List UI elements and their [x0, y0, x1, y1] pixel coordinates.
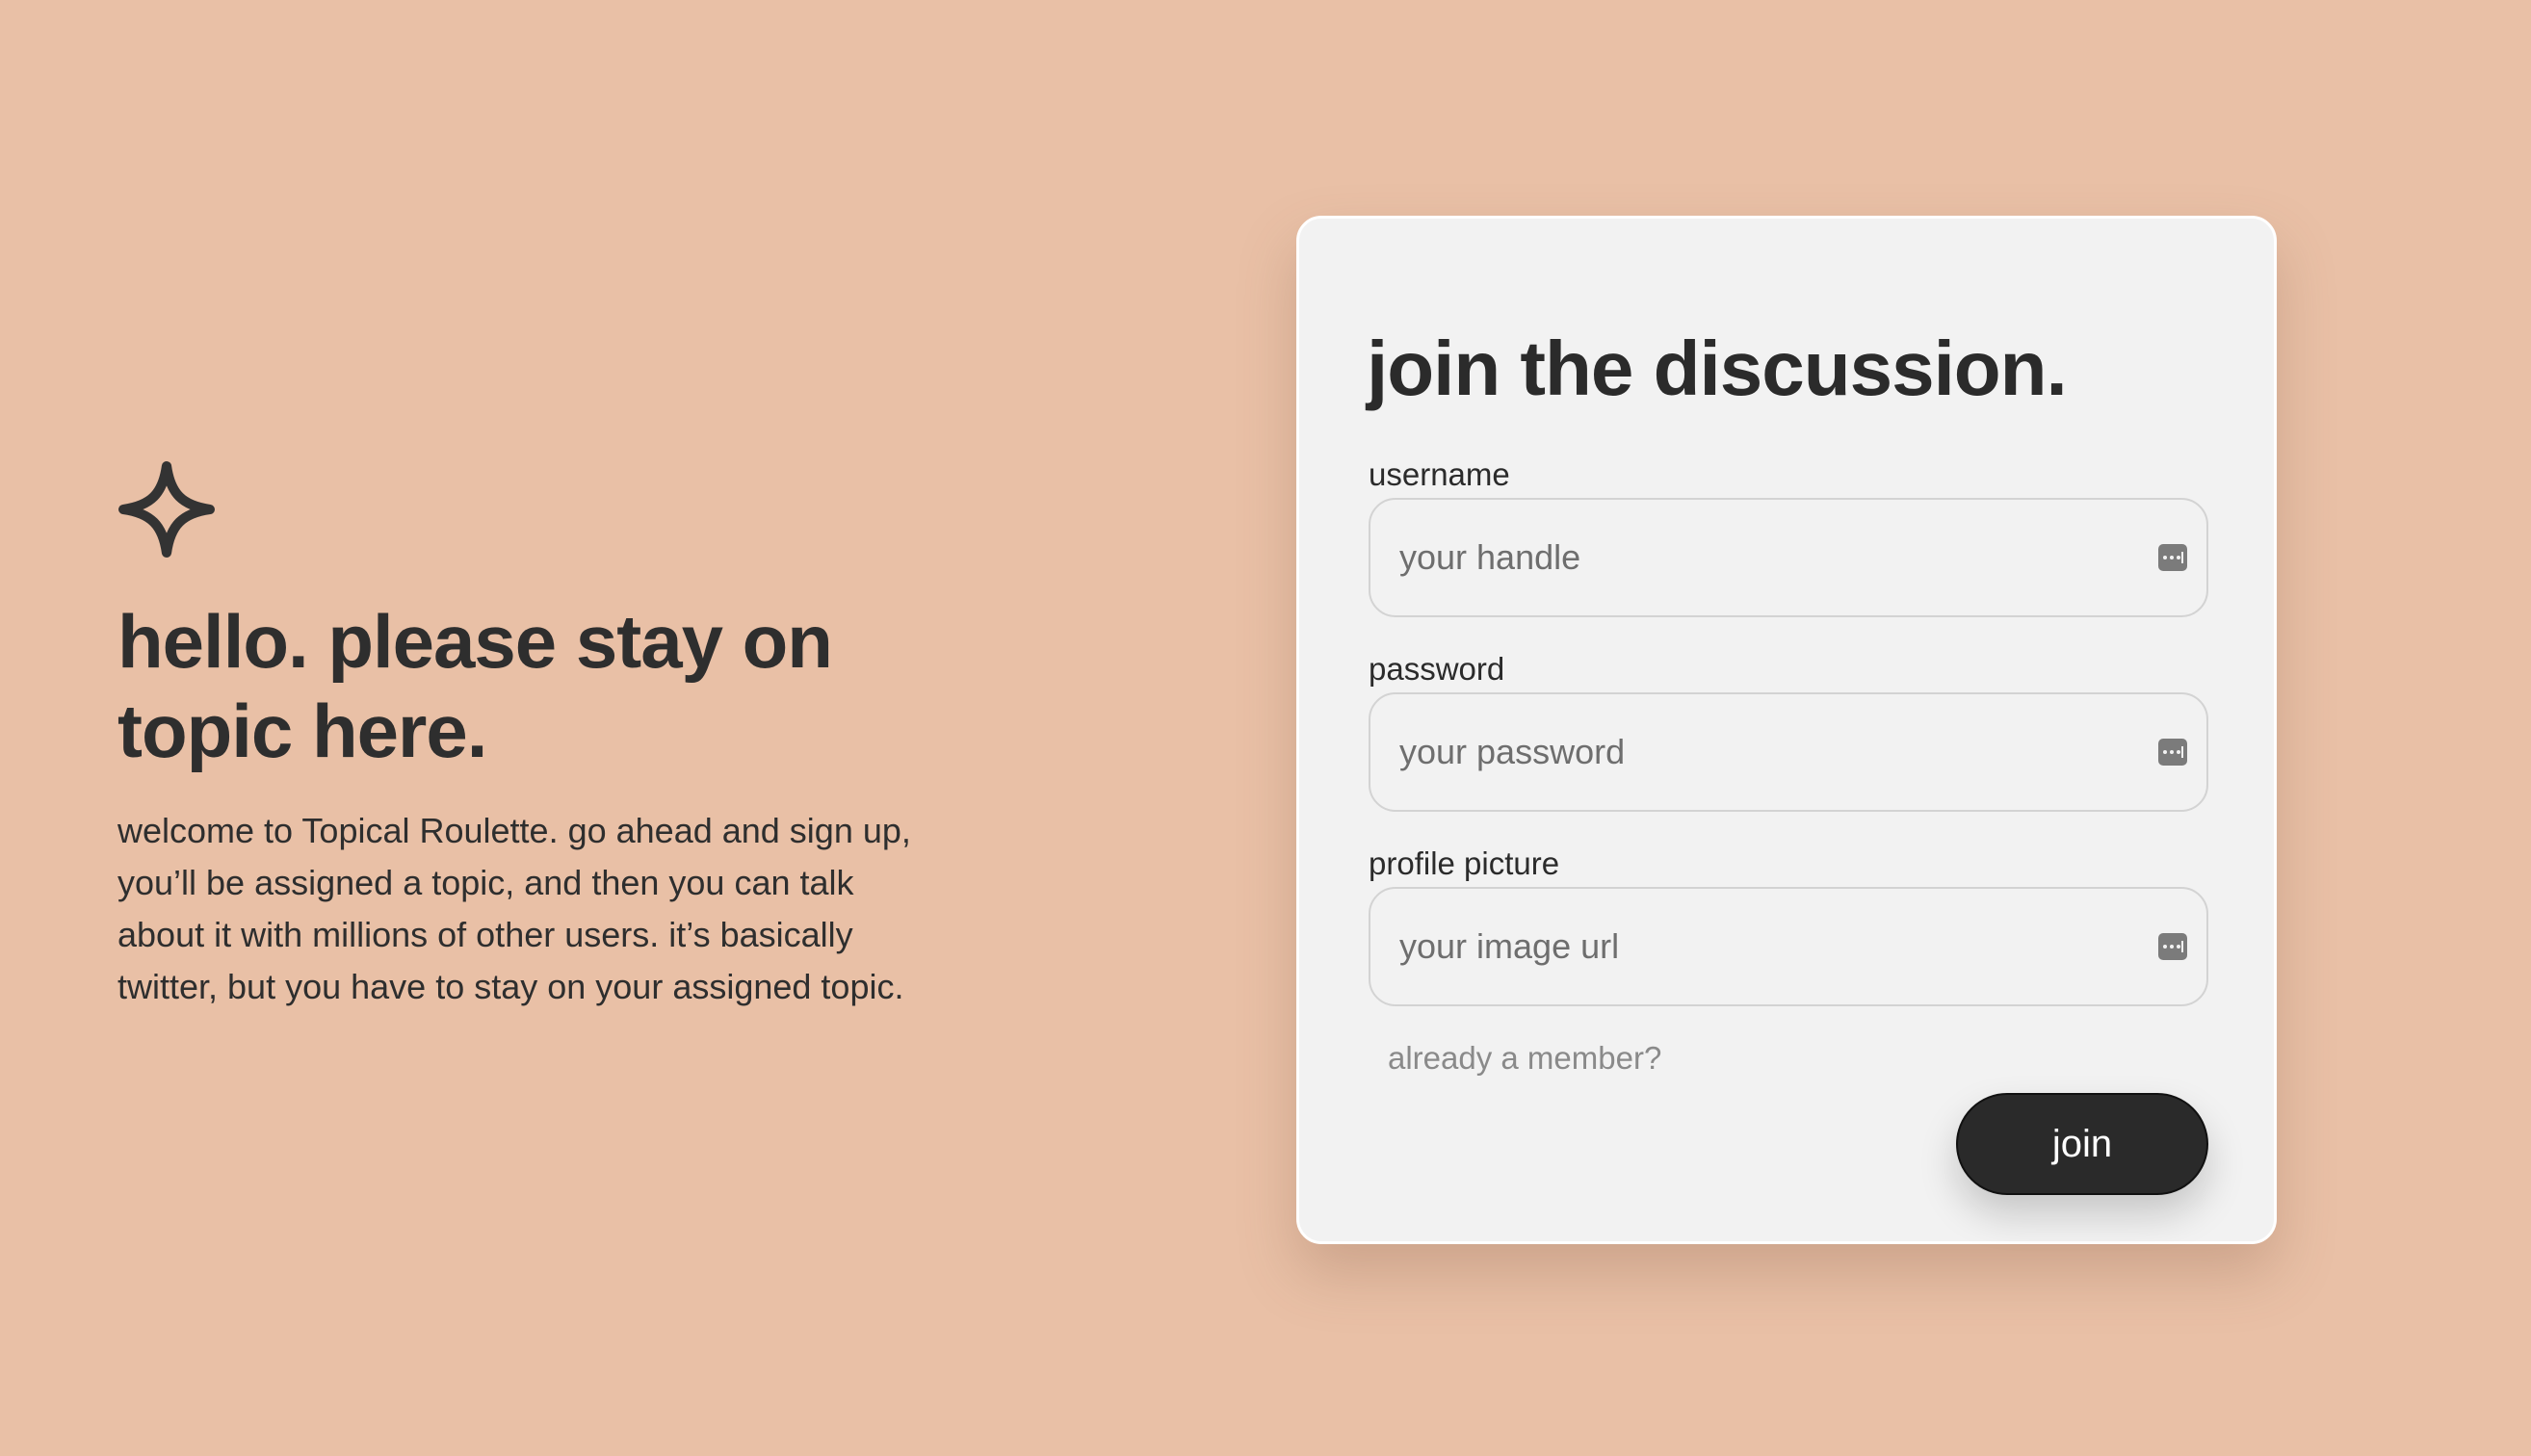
intro-section: hello. please stay on topic here. welcom…	[117, 460, 946, 1013]
hero-headline: hello. please stay on topic here.	[117, 599, 833, 773]
autofill-key-icon[interactable]	[2158, 544, 2187, 571]
password-input[interactable]	[1370, 694, 2206, 810]
username-input[interactable]	[1370, 500, 2206, 615]
signup-title: join the discussion.	[1367, 325, 2068, 411]
sparkle-icon	[118, 461, 215, 558]
autofill-key-icon[interactable]	[2158, 739, 2187, 766]
profile-picture-input[interactable]	[1370, 889, 2206, 1004]
profile-picture-label: profile picture	[1369, 845, 1560, 881]
password-label: password	[1369, 651, 1505, 687]
already-member-link[interactable]: already a member?	[1388, 1039, 1661, 1078]
autofill-key-icon[interactable]	[2158, 933, 2187, 960]
username-field	[1369, 498, 2208, 617]
join-button[interactable]: join	[1956, 1093, 2208, 1195]
profile-picture-field	[1369, 887, 2208, 1006]
signup-card: join the discussion. username password p…	[1296, 216, 2277, 1244]
username-label: username	[1369, 456, 1510, 492]
password-field	[1369, 692, 2208, 812]
hero-description: welcome to Topical Roulette. go ahead an…	[117, 811, 911, 1006]
